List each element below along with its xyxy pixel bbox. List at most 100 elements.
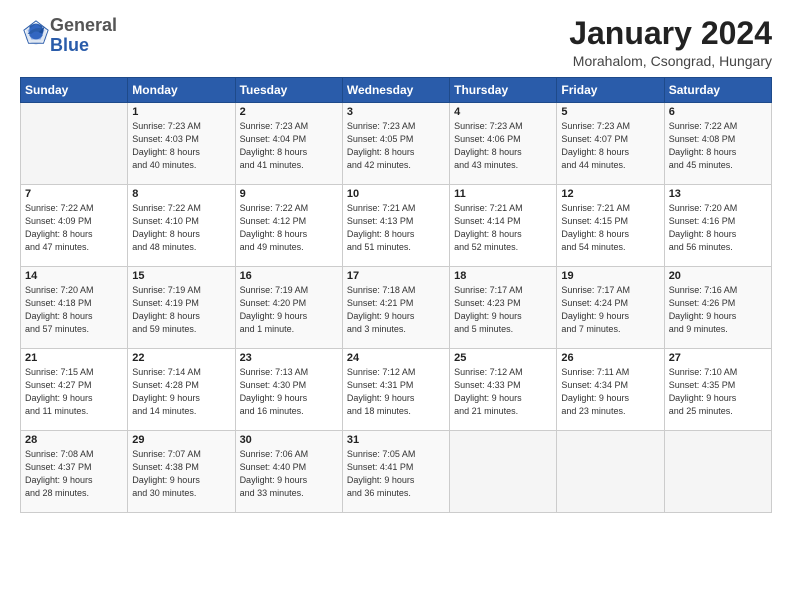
day-info: Sunrise: 7:23 AMSunset: 4:07 PMDaylight:… xyxy=(561,120,659,172)
day-detail: Sunrise: 7:14 AM xyxy=(132,366,230,379)
page-subtitle: Morahalom, Csongrad, Hungary xyxy=(569,53,772,69)
day-number: 9 xyxy=(240,188,338,200)
day-number: 10 xyxy=(347,188,445,200)
calendar-cell: 20Sunrise: 7:16 AMSunset: 4:26 PMDayligh… xyxy=(664,267,771,349)
day-detail: Sunrise: 7:21 AM xyxy=(561,202,659,215)
day-info: Sunrise: 7:17 AMSunset: 4:24 PMDaylight:… xyxy=(561,284,659,336)
daylight-minutes: and 40 minutes. xyxy=(132,159,230,172)
daylight-hours: Daylight: 9 hours xyxy=(132,392,230,405)
page-title: January 2024 xyxy=(569,16,772,51)
day-detail: Sunset: 4:30 PM xyxy=(240,379,338,392)
day-info: Sunrise: 7:20 AMSunset: 4:18 PMDaylight:… xyxy=(25,284,123,336)
day-info: Sunrise: 7:21 AMSunset: 4:14 PMDaylight:… xyxy=(454,202,552,254)
day-detail: Sunset: 4:31 PM xyxy=(347,379,445,392)
day-detail: Sunset: 4:34 PM xyxy=(561,379,659,392)
day-number: 30 xyxy=(240,434,338,446)
daylight-hours: Daylight: 8 hours xyxy=(132,310,230,323)
daylight-hours: Daylight: 9 hours xyxy=(240,310,338,323)
day-detail: Sunset: 4:23 PM xyxy=(454,297,552,310)
daylight-hours: Daylight: 9 hours xyxy=(347,392,445,405)
day-detail: Sunset: 4:38 PM xyxy=(132,461,230,474)
day-detail: Sunrise: 7:19 AM xyxy=(132,284,230,297)
header-day-thursday: Thursday xyxy=(450,78,557,103)
day-detail: Sunrise: 7:17 AM xyxy=(561,284,659,297)
day-detail: Sunrise: 7:22 AM xyxy=(240,202,338,215)
calendar-cell: 24Sunrise: 7:12 AMSunset: 4:31 PMDayligh… xyxy=(342,349,449,431)
day-number: 28 xyxy=(25,434,123,446)
header-day-sunday: Sunday xyxy=(21,78,128,103)
day-detail: Sunset: 4:04 PM xyxy=(240,133,338,146)
calendar-cell: 31Sunrise: 7:05 AMSunset: 4:41 PMDayligh… xyxy=(342,431,449,513)
day-info: Sunrise: 7:08 AMSunset: 4:37 PMDaylight:… xyxy=(25,448,123,500)
daylight-minutes: and 49 minutes. xyxy=(240,241,338,254)
day-detail: Sunset: 4:40 PM xyxy=(240,461,338,474)
daylight-minutes: and 16 minutes. xyxy=(240,405,338,418)
daylight-minutes: and 23 minutes. xyxy=(561,405,659,418)
daylight-hours: Daylight: 8 hours xyxy=(240,228,338,241)
daylight-hours: Daylight: 8 hours xyxy=(25,310,123,323)
logo: General Blue xyxy=(20,16,117,56)
day-info: Sunrise: 7:06 AMSunset: 4:40 PMDaylight:… xyxy=(240,448,338,500)
day-info: Sunrise: 7:12 AMSunset: 4:31 PMDaylight:… xyxy=(347,366,445,418)
day-detail: Sunset: 4:09 PM xyxy=(25,215,123,228)
page: General Blue January 2024 Morahalom, Cso… xyxy=(0,0,792,612)
daylight-minutes: and 1 minute. xyxy=(240,323,338,336)
daylight-hours: Daylight: 9 hours xyxy=(454,310,552,323)
daylight-hours: Daylight: 9 hours xyxy=(454,392,552,405)
calendar-cell: 16Sunrise: 7:19 AMSunset: 4:20 PMDayligh… xyxy=(235,267,342,349)
day-detail: Sunset: 4:37 PM xyxy=(25,461,123,474)
day-detail: Sunrise: 7:18 AM xyxy=(347,284,445,297)
daylight-minutes: and 45 minutes. xyxy=(669,159,767,172)
daylight-minutes: and 47 minutes. xyxy=(25,241,123,254)
calendar-cell: 3Sunrise: 7:23 AMSunset: 4:05 PMDaylight… xyxy=(342,103,449,185)
daylight-hours: Daylight: 8 hours xyxy=(347,146,445,159)
daylight-minutes: and 25 minutes. xyxy=(669,405,767,418)
day-detail: Sunset: 4:13 PM xyxy=(347,215,445,228)
day-number: 22 xyxy=(132,352,230,364)
day-detail: Sunrise: 7:22 AM xyxy=(25,202,123,215)
daylight-hours: Daylight: 8 hours xyxy=(132,146,230,159)
daylight-hours: Daylight: 9 hours xyxy=(561,310,659,323)
day-info: Sunrise: 7:17 AMSunset: 4:23 PMDaylight:… xyxy=(454,284,552,336)
day-detail: Sunset: 4:05 PM xyxy=(347,133,445,146)
daylight-hours: Daylight: 8 hours xyxy=(669,228,767,241)
title-block: January 2024 Morahalom, Csongrad, Hungar… xyxy=(569,16,772,69)
day-info: Sunrise: 7:21 AMSunset: 4:15 PMDaylight:… xyxy=(561,202,659,254)
day-number: 27 xyxy=(669,352,767,364)
calendar-cell: 18 Sunrise: 7:17 AMSunset: 4:23 PMDayligh… xyxy=(450,267,557,349)
day-detail: Sunset: 4:24 PM xyxy=(561,297,659,310)
day-detail: Sunrise: 7:21 AM xyxy=(454,202,552,215)
daylight-hours: Daylight: 9 hours xyxy=(347,310,445,323)
calendar-cell: 9Sunrise: 7:22 AMSunset: 4:12 PMDaylight… xyxy=(235,185,342,267)
daylight-hours: Daylight: 8 hours xyxy=(454,228,552,241)
calendar-cell: 27Sunrise: 7:10 AMSunset: 4:35 PMDayligh… xyxy=(664,349,771,431)
day-info: Sunrise: 7:22 AMSunset: 4:08 PMDaylight:… xyxy=(669,120,767,172)
day-number: 14 xyxy=(25,270,123,282)
day-detail: Sunrise: 7:06 AM xyxy=(240,448,338,461)
calendar-cell: 7Sunrise: 7:22 AMSunset: 4:09 PMDaylight… xyxy=(21,185,128,267)
day-info: Sunrise: 7:11 AMSunset: 4:34 PMDaylight:… xyxy=(561,366,659,418)
daylight-hours: Daylight: 8 hours xyxy=(561,228,659,241)
day-detail: Sunrise: 7:11 AM xyxy=(561,366,659,379)
day-detail: Sunset: 4:10 PM xyxy=(132,215,230,228)
day-info: Sunrise: 7:15 AMSunset: 4:27 PMDaylight:… xyxy=(25,366,123,418)
calendar-week-3: 14 Sunrise: 7:20 AMSunset: 4:18 PMDayligh… xyxy=(21,267,772,349)
day-number: 16 xyxy=(240,270,338,282)
daylight-minutes: and 48 minutes. xyxy=(132,241,230,254)
daylight-hours: Daylight: 8 hours xyxy=(25,228,123,241)
day-number: 18 xyxy=(454,270,552,282)
header-day-monday: Monday xyxy=(128,78,235,103)
day-info: Sunrise: 7:18 AMSunset: 4:21 PMDaylight:… xyxy=(347,284,445,336)
day-info: Sunrise: 7:19 AMSunset: 4:19 PMDaylight:… xyxy=(132,284,230,336)
day-number: 15 xyxy=(132,270,230,282)
day-detail: Sunrise: 7:10 AM xyxy=(669,366,767,379)
day-info: Sunrise: 7:23 AMSunset: 4:05 PMDaylight:… xyxy=(347,120,445,172)
day-detail: Sunrise: 7:23 AM xyxy=(132,120,230,133)
calendar-cell: 15 Sunrise: 7:19 AMSunset: 4:19 PMDayligh… xyxy=(128,267,235,349)
day-number: 13 xyxy=(669,188,767,200)
day-info: Sunrise: 7:14 AMSunset: 4:28 PMDaylight:… xyxy=(132,366,230,418)
daylight-minutes: and 56 minutes. xyxy=(669,241,767,254)
header-day-saturday: Saturday xyxy=(664,78,771,103)
calendar-cell: 4Sunrise: 7:23 AMSunset: 4:06 PMDaylight… xyxy=(450,103,557,185)
day-number: 29 xyxy=(132,434,230,446)
